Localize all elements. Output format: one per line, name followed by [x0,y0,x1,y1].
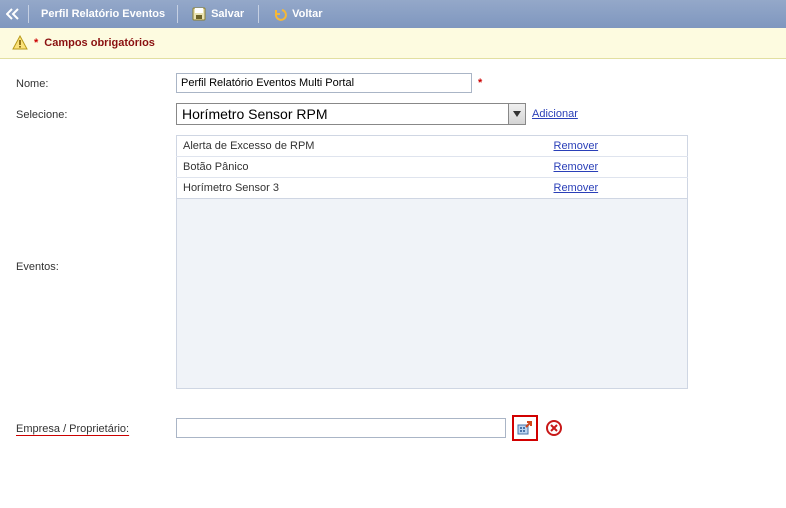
empresa-label: Empresa / Proprietário: [16,421,176,435]
evento-name: Botão Pânico [177,157,548,178]
table-row: Botão Pânico Remover [177,157,688,178]
eventos-table: Alerta de Excesso de RPMRemoverBotão Pân… [176,135,688,199]
page-title: Perfil Relatório Eventos [37,8,169,20]
selecione-row: Selecione: Horímetro Sensor RPM Adiciona… [16,103,770,125]
nome-label: Nome: [16,76,176,90]
separator [177,5,178,23]
save-label: Salvar [211,8,244,20]
evento-name: Alerta de Excesso de RPM [177,136,548,157]
empresa-input[interactable] [176,418,506,438]
selecione-label: Selecione: [16,107,176,121]
eventos-label: Eventos: [16,135,176,397]
save-button[interactable]: Salvar [186,7,250,21]
eventos-row: Eventos: Alerta de Excesso de RPM Remover… [16,135,770,397]
evento-select[interactable]: Horímetro Sensor RPM [176,103,526,125]
remover-link[interactable]: Remover [554,161,599,173]
empresa-lookup-button[interactable] [515,418,535,438]
nome-row: Nome: * [16,73,770,93]
lookup-icon [517,420,533,436]
adicionar-link[interactable]: Adicionar [532,108,578,120]
asterisk: * [34,37,38,49]
form: Nome: * Selecione: Horímetro Sensor RPM … [0,59,786,465]
chevron-down-icon [508,104,525,124]
save-icon [192,7,206,21]
collapse-button[interactable] [6,8,20,20]
eventos-empty-area [176,199,688,389]
empresa-clear-button[interactable] [544,418,564,438]
separator [28,5,29,23]
evento-select-value: Horímetro Sensor RPM [177,106,508,122]
nome-input[interactable] [176,73,472,93]
table-row: Alerta de Excesso de RPM Remover [177,136,688,157]
evento-name: Horímetro Sensor 3 [177,178,548,199]
toolbar: Perfil Relatório Eventos Salvar Voltar [0,0,786,28]
table-row: Horímetro Sensor 3 Remover [177,178,688,199]
notice-text: Campos obrigatórios [44,37,155,49]
lookup-highlight [512,415,538,441]
required-fields-notice: * Campos obrigatórios [0,28,786,59]
clear-icon [546,420,562,436]
warning-icon [12,35,28,51]
back-label: Voltar [292,8,322,20]
undo-arrow-icon [273,7,287,21]
back-button[interactable]: Voltar [267,7,328,21]
required-marker: * [478,77,482,89]
remover-link[interactable]: Remover [554,182,599,194]
remover-link[interactable]: Remover [554,140,599,152]
empresa-row: Empresa / Proprietário: [16,415,770,441]
chevron-left-double-icon [6,8,20,20]
separator [258,5,259,23]
